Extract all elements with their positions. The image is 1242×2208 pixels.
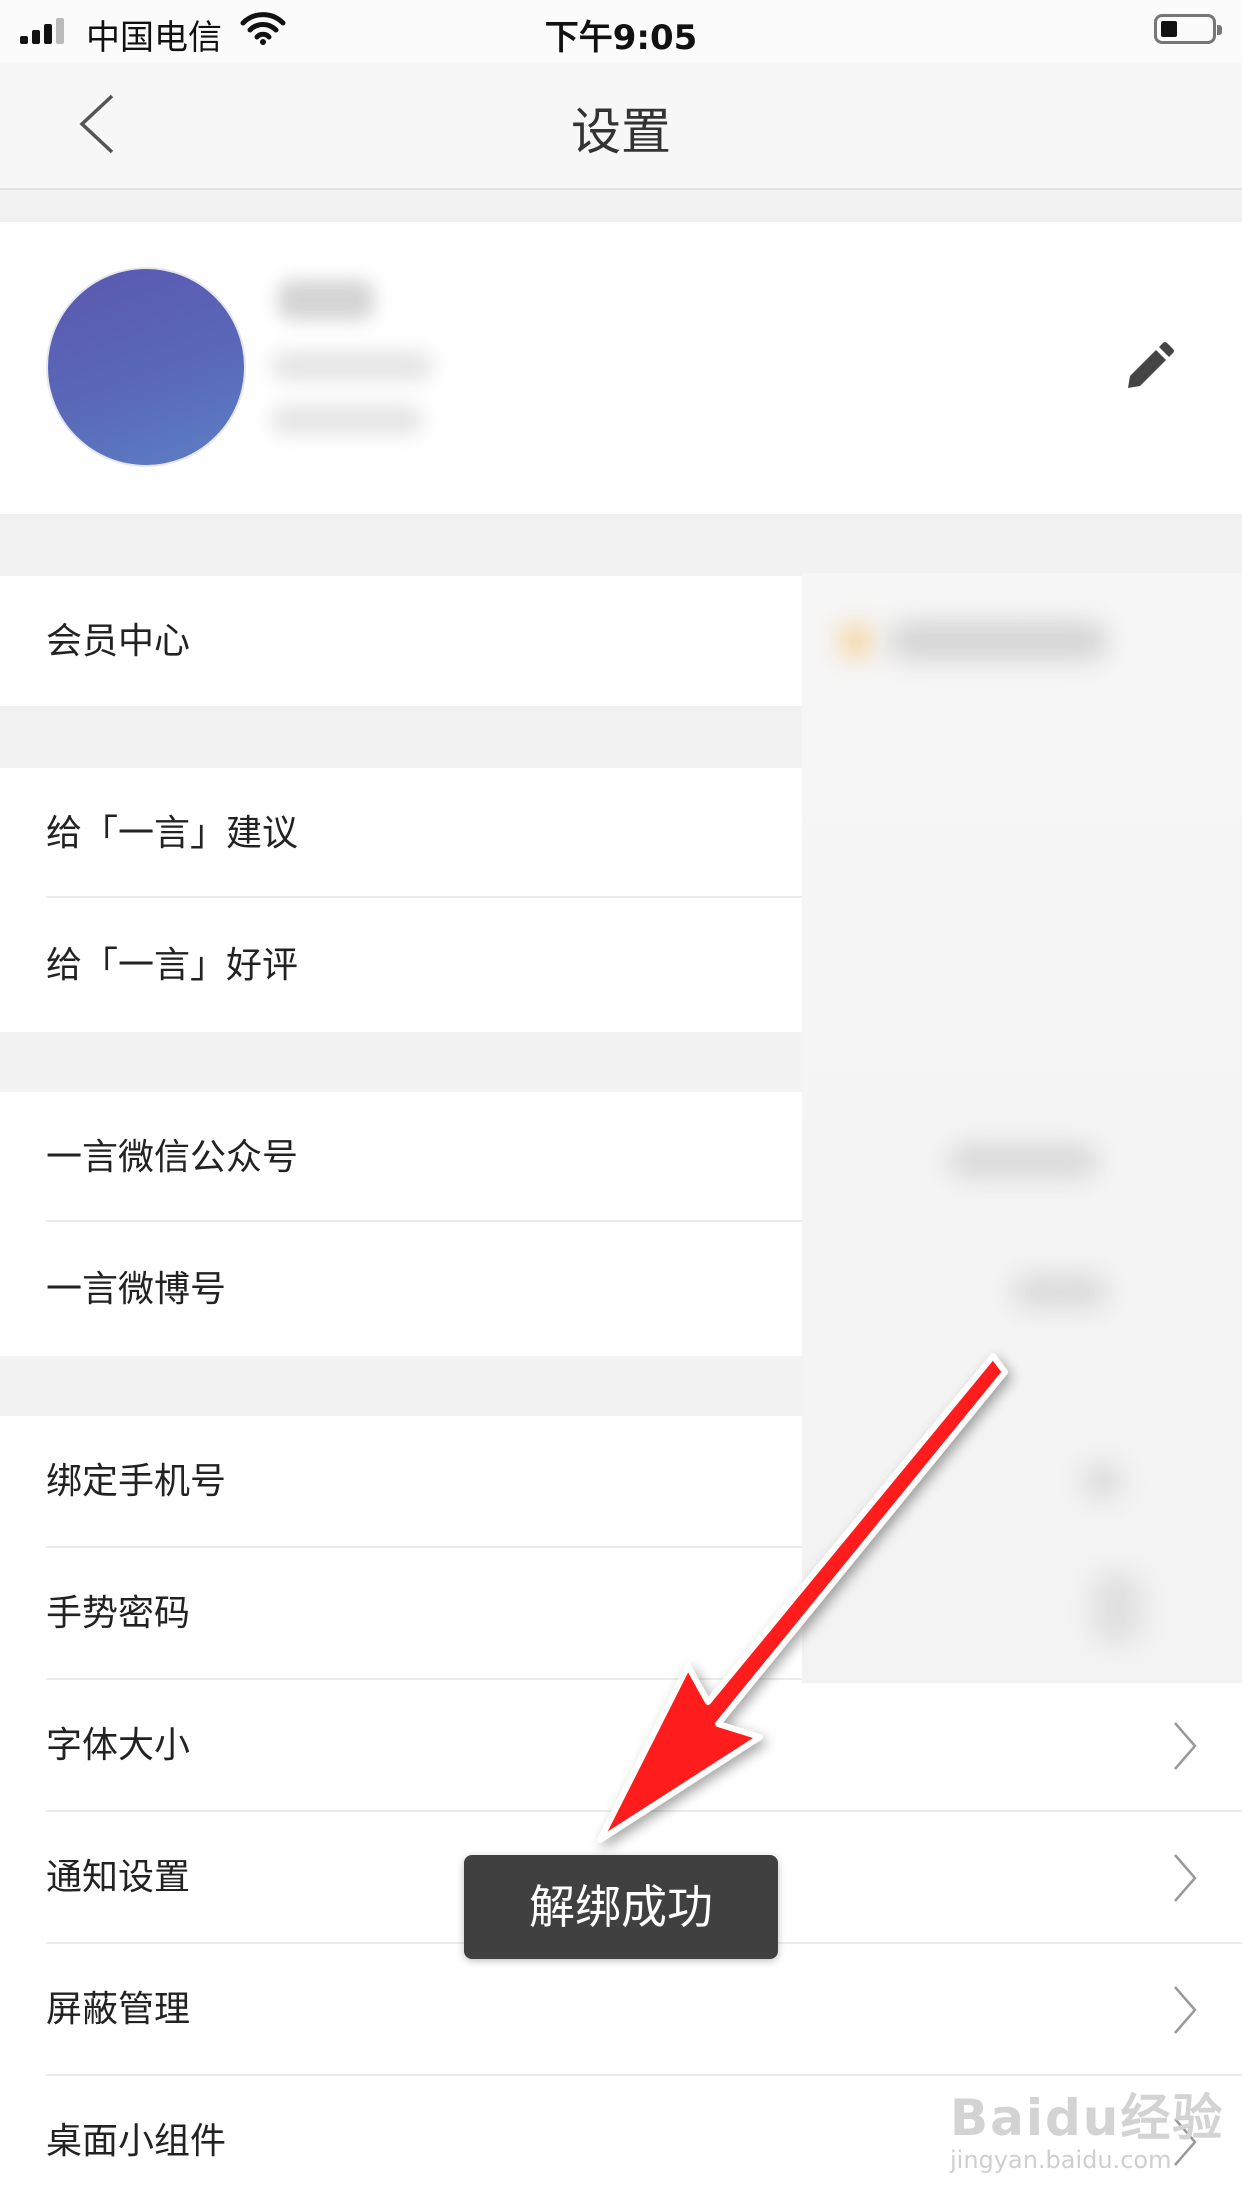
blurred-info-line <box>272 352 432 380</box>
avatar[interactable] <box>46 267 246 467</box>
battery-icon <box>1154 14 1222 44</box>
page-title: 设置 <box>571 103 671 161</box>
gesture-password-label: 手势密码 <box>46 1593 191 1634</box>
chevron-right-icon <box>1174 1722 1197 1770</box>
wechat-label: 一言微信公众号 <box>46 1137 299 1178</box>
baidu-watermark: Baidu经验 jingyan.baidu.com <box>950 2078 1224 2174</box>
profile-card[interactable] <box>0 222 1242 514</box>
status-bar: 中国电信 下午9:05 <box>0 0 1242 62</box>
block-management-label: 屏蔽管理 <box>46 1989 191 2030</box>
blurred-vip-icon <box>838 623 874 659</box>
font-size-row[interactable]: 字体大小 <box>0 1680 1242 1812</box>
blurred-value <box>888 621 1108 661</box>
blurred-value <box>1092 1573 1142 1643</box>
rate-label: 给「一言」好评 <box>46 945 299 986</box>
notification-label: 通知设置 <box>46 1857 191 1898</box>
clock: 下午9:05 <box>544 18 698 58</box>
weibo-label: 一言微博号 <box>46 1269 227 1310</box>
feedback-label: 给「一言」建议 <box>46 813 299 854</box>
chevron-right-icon <box>1174 1986 1197 2034</box>
blurred-username <box>278 280 374 320</box>
member-center-label: 会员中心 <box>46 621 191 662</box>
blurred-value <box>948 1143 1098 1179</box>
blurred-value <box>1082 1463 1122 1499</box>
blurred-values-panel <box>802 573 1242 1683</box>
toast-message: 解绑成功 <box>464 1855 778 1959</box>
font-size-label: 字体大小 <box>46 1725 191 1766</box>
pencil-icon[interactable] <box>1120 340 1176 396</box>
nav-bar: 设置 <box>0 62 1242 190</box>
watermark-brand: Baidu经验 <box>950 2089 1225 2147</box>
blurred-value <box>1012 1273 1108 1309</box>
watermark-url: jingyan.baidu.com <box>950 2146 1172 2174</box>
widget-label: 桌面小组件 <box>46 2121 227 2162</box>
chevron-right-icon <box>1174 1854 1197 1902</box>
blurred-info-line <box>272 406 422 434</box>
block-management-row[interactable]: 屏蔽管理 <box>0 1944 1242 2076</box>
bind-phone-label: 绑定手机号 <box>46 1461 227 1502</box>
